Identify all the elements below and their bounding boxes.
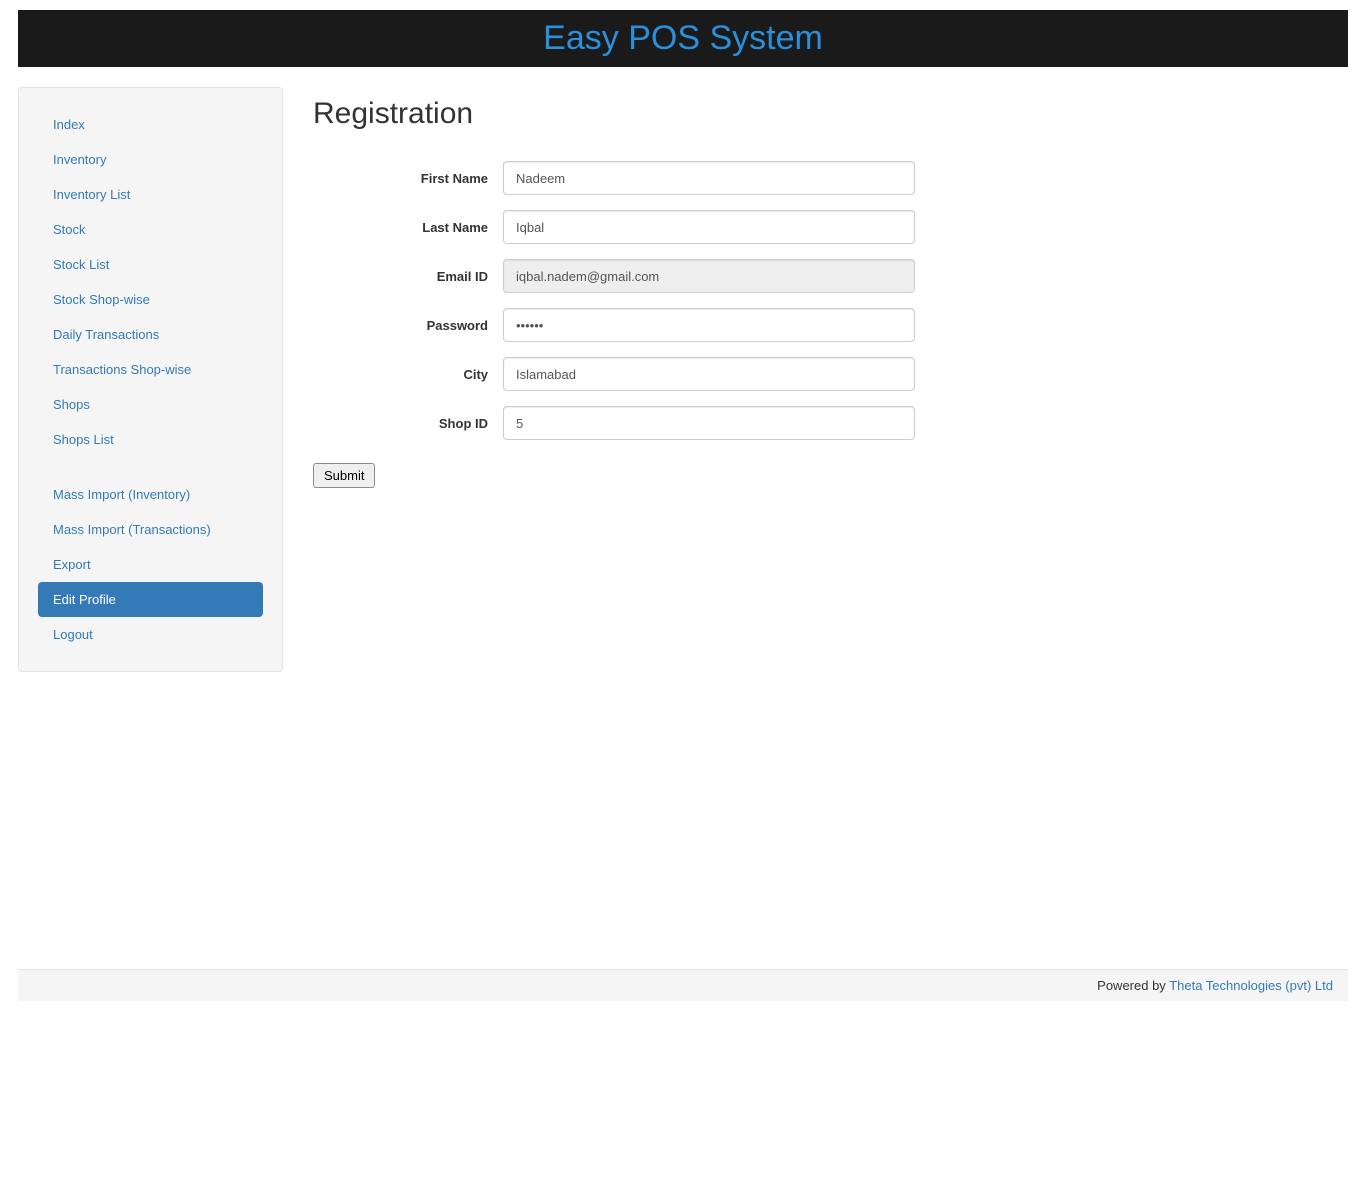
form-group-city: City bbox=[313, 357, 1248, 391]
sidebar-item-inventory[interactable]: Inventory bbox=[38, 142, 263, 177]
sidebar-nav-group-2: Mass Import (Inventory) Mass Import (Tra… bbox=[38, 477, 263, 652]
form-group-last-name: Last Name bbox=[313, 210, 1248, 244]
label-city: City bbox=[313, 367, 503, 382]
label-last-name: Last Name bbox=[313, 220, 503, 235]
input-password[interactable] bbox=[503, 308, 915, 342]
main-content: Registration First Name Last Name Email … bbox=[313, 87, 1348, 672]
sidebar-item-stock[interactable]: Stock bbox=[38, 212, 263, 247]
sidebar: Index Inventory Inventory List Stock Sto… bbox=[18, 87, 283, 672]
sidebar-item-logout[interactable]: Logout bbox=[38, 617, 263, 652]
input-first-name[interactable] bbox=[503, 161, 915, 195]
sidebar-item-shops-list[interactable]: Shops List bbox=[38, 422, 263, 457]
form-group-first-name: First Name bbox=[313, 161, 1248, 195]
footer-prefix: Powered by bbox=[1097, 978, 1169, 993]
form-group-email: Email ID bbox=[313, 259, 1248, 293]
sidebar-item-mass-import-transactions[interactable]: Mass Import (Transactions) bbox=[38, 512, 263, 547]
page-title: Registration bbox=[313, 97, 1248, 131]
main-container: Index Inventory Inventory List Stock Sto… bbox=[18, 87, 1348, 672]
sidebar-item-transactions-shopwise[interactable]: Transactions Shop-wise bbox=[38, 352, 263, 387]
sidebar-item-index[interactable]: Index bbox=[38, 107, 263, 142]
input-last-name[interactable] bbox=[503, 210, 915, 244]
sidebar-item-shops[interactable]: Shops bbox=[38, 387, 263, 422]
input-email bbox=[503, 259, 915, 293]
sidebar-item-stock-shopwise[interactable]: Stock Shop-wise bbox=[38, 282, 263, 317]
form-group-password: Password bbox=[313, 308, 1248, 342]
label-password: Password bbox=[313, 318, 503, 333]
sidebar-nav-group-1: Index Inventory Inventory List Stock Sto… bbox=[38, 107, 263, 457]
sidebar-item-daily-transactions[interactable]: Daily Transactions bbox=[38, 317, 263, 352]
sidebar-item-edit-profile[interactable]: Edit Profile bbox=[38, 582, 263, 617]
footer-link[interactable]: Theta Technologies (pvt) Ltd bbox=[1169, 978, 1333, 993]
input-shop-id[interactable] bbox=[503, 406, 915, 440]
label-email: Email ID bbox=[313, 269, 503, 284]
footer: Powered by Theta Technologies (pvt) Ltd bbox=[18, 969, 1348, 1001]
submit-button[interactable]: Submit bbox=[313, 463, 375, 488]
input-city[interactable] bbox=[503, 357, 915, 391]
form-group-shop-id: Shop ID bbox=[313, 406, 1248, 440]
sidebar-item-inventory-list[interactable]: Inventory List bbox=[38, 177, 263, 212]
header: Easy POS System bbox=[18, 10, 1348, 67]
app-title: Easy POS System bbox=[543, 19, 823, 58]
label-shop-id: Shop ID bbox=[313, 416, 503, 431]
sidebar-item-export[interactable]: Export bbox=[38, 547, 263, 582]
sidebar-item-stock-list[interactable]: Stock List bbox=[38, 247, 263, 282]
sidebar-item-mass-import-inventory[interactable]: Mass Import (Inventory) bbox=[38, 477, 263, 512]
label-first-name: First Name bbox=[313, 171, 503, 186]
